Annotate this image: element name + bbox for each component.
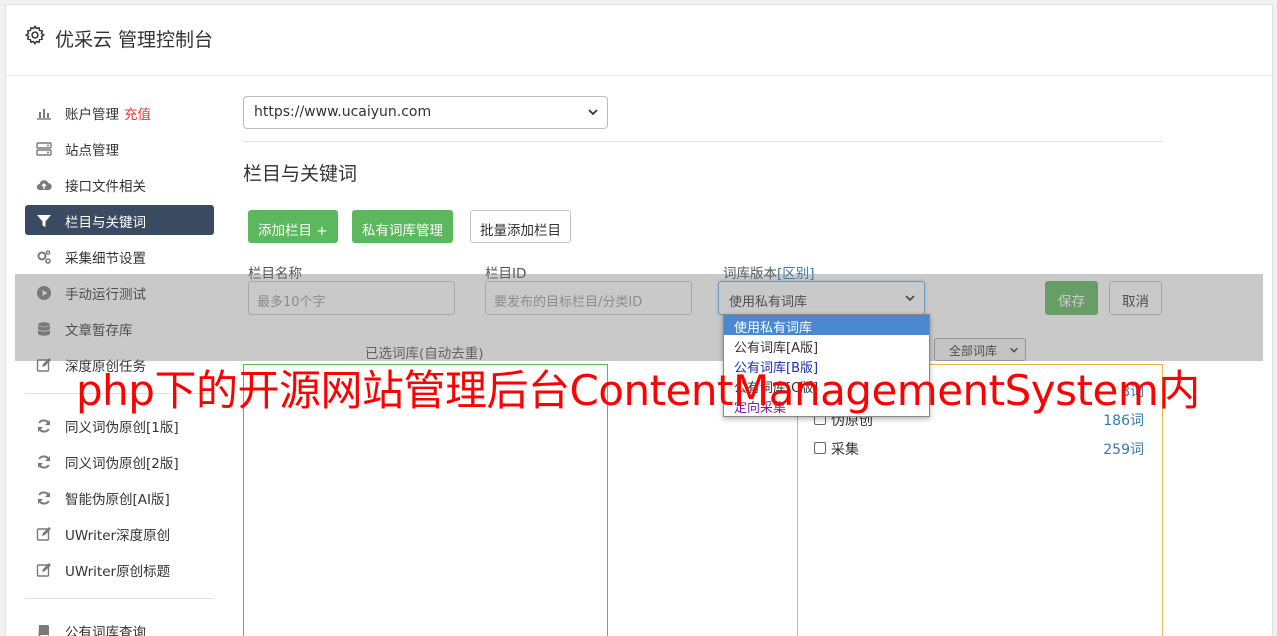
- dropdown-option[interactable]: 使用私有词库: [724, 315, 929, 336]
- sidebar-item-label: 接口文件相关: [65, 175, 146, 195]
- edit-icon: [35, 356, 52, 373]
- book-icon: [35, 622, 52, 636]
- sidebar-item-label: 同义词伪原创[1版]: [65, 416, 179, 436]
- chevron-down-icon: [905, 295, 915, 302]
- sidebar-item[interactable]: 文章暂存库: [25, 313, 214, 343]
- database-icon: [35, 320, 52, 337]
- edit-icon: [35, 561, 52, 578]
- edit-icon: [35, 525, 52, 542]
- sidebar-item-text: 同义词伪原创[2版]: [65, 456, 179, 472]
- library-checkbox[interactable]: [814, 442, 826, 454]
- sidebar-item-text: 账户管理: [65, 107, 119, 123]
- site-select[interactable]: https://www.ucaiyun.com: [243, 96, 608, 129]
- play-circle-icon: [35, 284, 52, 301]
- sidebar-item-text: UWriter深度原创: [65, 528, 171, 544]
- sidebar-item[interactable]: 接口文件相关: [25, 169, 214, 199]
- sidebar-item[interactable]: 账户管理 充值: [25, 97, 214, 127]
- sidebar-item[interactable]: UWriter深度原创: [25, 518, 214, 548]
- watermark-text: php下的开源网站管理后台ContentManagementSystem内: [76, 366, 1200, 415]
- sidebar-item[interactable]: 采集细节设置: [25, 241, 214, 271]
- sidebar-item-label: 文章暂存库: [65, 319, 133, 339]
- library-version-value: 使用私有词库: [729, 295, 808, 310]
- column-name-label: 栏目名称: [248, 266, 302, 282]
- sidebar-item-label: 栏目与关键词: [65, 211, 146, 231]
- column-name-input[interactable]: 最多10个字: [248, 281, 455, 315]
- filter-icon: [35, 212, 52, 229]
- server-icon: [35, 140, 52, 157]
- sidebar-item-label: 账户管理 充值: [65, 103, 151, 123]
- batch-add-button[interactable]: 批量添加栏目: [470, 210, 571, 243]
- sidebar-item-label: 站点管理: [65, 139, 119, 159]
- sidebar-item-label: 同义词伪原创[2版]: [65, 452, 179, 472]
- library-row[interactable]: 采集 259词: [814, 439, 1144, 459]
- sidebar-item-text: 手动运行测试: [65, 287, 146, 303]
- sidebar-item-text: 智能伪原创[AI版]: [65, 492, 170, 508]
- sidebar-item[interactable]: 栏目与关键词: [25, 205, 214, 235]
- sidebar-item-label: 手动运行测试: [65, 283, 146, 303]
- sidebar-item-text: 同义词伪原创[1版]: [65, 420, 179, 436]
- library-filter-value: 全部词库: [949, 344, 998, 358]
- refresh-icon: [35, 453, 52, 470]
- section-title: 栏目与关键词: [243, 163, 358, 185]
- refresh-icon: [35, 417, 52, 434]
- bar-chart-icon: [35, 104, 52, 121]
- sidebar-divider: [25, 598, 214, 599]
- dropdown-option[interactable]: 公有词库[A版]: [724, 335, 929, 356]
- column-id-label: 栏目ID: [485, 266, 527, 282]
- library-diff-link[interactable]: [区别]: [777, 266, 815, 282]
- sidebar-item[interactable]: 站点管理: [25, 133, 214, 163]
- gear-icon: [24, 24, 46, 46]
- header: 优采云 管理控制台: [6, 5, 1272, 76]
- library-count: 259词: [1103, 442, 1144, 458]
- refresh-icon: [35, 489, 52, 506]
- sidebar-item-label: 采集细节设置: [65, 247, 146, 267]
- sidebar-item-label: UWriter深度原创: [65, 524, 170, 544]
- sidebar-item[interactable]: 智能伪原创[AI版]: [25, 482, 214, 512]
- cloud-upload-icon: [35, 176, 52, 193]
- page-title: 优采云 管理控制台: [55, 29, 214, 51]
- sidebar-item-text: 公有词库查询: [65, 625, 146, 636]
- sidebar-item-text: 接口文件相关: [65, 179, 146, 195]
- sidebar-item[interactable]: 手动运行测试: [25, 277, 214, 307]
- column-id-input[interactable]: 要发布的目标栏目/分类ID: [485, 281, 692, 315]
- library-version-select[interactable]: 使用私有词库: [718, 281, 925, 315]
- sidebar-item-text: 采集细节设置: [65, 251, 146, 267]
- cancel-button[interactable]: 取消: [1109, 281, 1162, 315]
- sidebar-item-label: 公有词库查询: [65, 621, 146, 636]
- sidebar-item-label: 智能伪原创[AI版]: [65, 488, 170, 508]
- add-column-button[interactable]: 添加栏目 +: [248, 210, 338, 243]
- sidebar-item[interactable]: UWriter原创标题: [25, 554, 214, 584]
- sidebar-item-text: 站点管理: [65, 143, 119, 159]
- sidebar-item[interactable]: 同义词伪原创[2版]: [25, 446, 214, 476]
- save-button[interactable]: 保存: [1045, 281, 1098, 315]
- sidebar-item[interactable]: 公有词库查询: [25, 615, 214, 636]
- cogs-icon: [35, 248, 52, 265]
- divider: [243, 141, 1163, 142]
- site-select-value: https://www.ucaiyun.com: [254, 104, 432, 120]
- library-name: 采集: [831, 442, 859, 458]
- sidebar-item-text: UWriter原创标题: [65, 564, 171, 580]
- sidebar-item-text: 栏目与关键词: [65, 215, 146, 231]
- sidebar-item-text: 文章暂存库: [65, 323, 133, 339]
- private-library-button[interactable]: 私有词库管理: [352, 210, 453, 243]
- library-version-label: 词库版本[区别]: [723, 262, 815, 282]
- sidebar-item-label: UWriter原创标题: [65, 560, 170, 580]
- library-version-text: 词库版本: [723, 266, 777, 282]
- chevron-down-icon: [1010, 347, 1018, 353]
- chevron-down-icon: [588, 109, 598, 116]
- recharge-link[interactable]: 充值: [124, 107, 151, 123]
